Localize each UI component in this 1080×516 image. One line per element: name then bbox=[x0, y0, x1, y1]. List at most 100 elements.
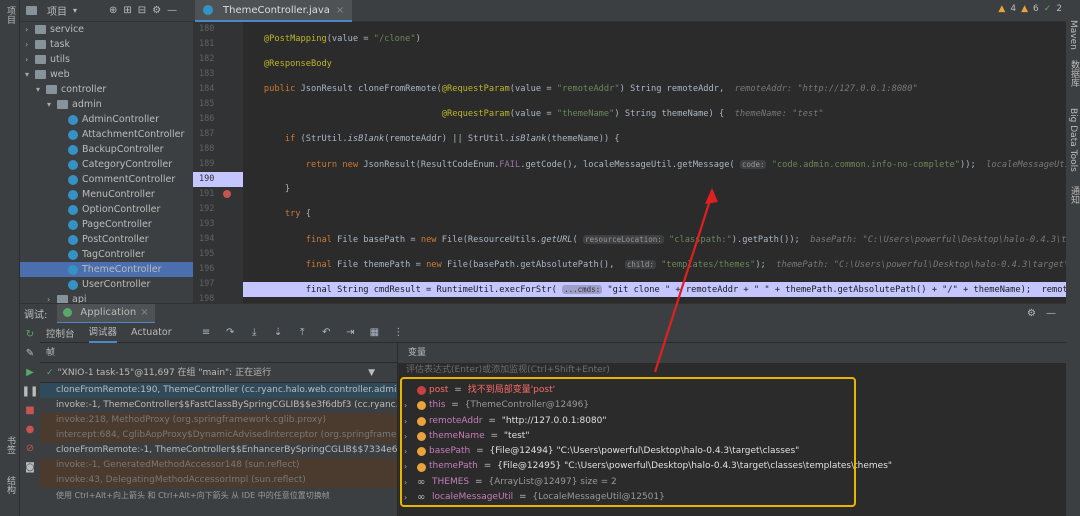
expand-all-icon[interactable]: ⊞ bbox=[123, 5, 131, 16]
close-icon[interactable]: × bbox=[336, 5, 344, 16]
tree-item-label: controller bbox=[61, 84, 107, 95]
locate-icon[interactable]: ⊕ bbox=[109, 5, 117, 16]
tab-theme-controller[interactable]: ThemeController.java × bbox=[195, 0, 353, 22]
line-number[interactable]: 193 bbox=[193, 217, 243, 232]
inspection-widget[interactable]: ▲ 4 ▲ 6 ✓ 2 bbox=[998, 4, 1062, 14]
chevron-icon[interactable]: › bbox=[25, 52, 35, 67]
line-number[interactable]: 197 bbox=[193, 277, 243, 292]
tree-class-item[interactable]: BackupController bbox=[20, 142, 193, 157]
minimize-icon[interactable]: — bbox=[167, 5, 177, 16]
tree-class-item[interactable]: OptionController bbox=[20, 202, 193, 217]
settings-wrench-icon[interactable]: ✎ bbox=[26, 348, 34, 359]
line-number[interactable]: 196 bbox=[193, 262, 243, 277]
close-icon[interactable]: × bbox=[140, 307, 148, 318]
line-number[interactable]: 187 bbox=[193, 127, 243, 142]
tree-folder-item[interactable]: › utils bbox=[20, 52, 193, 67]
line-number[interactable]: 188 bbox=[193, 142, 243, 157]
view-breakpoints-icon[interactable]: ● bbox=[26, 424, 35, 435]
line-number[interactable]: 190 bbox=[193, 172, 243, 198]
session-tab[interactable]: Application × bbox=[57, 303, 155, 324]
rerun-icon[interactable]: ↻ bbox=[26, 329, 34, 340]
chevron-icon[interactable]: ▾ bbox=[47, 97, 57, 112]
tab-console[interactable]: 控制台 bbox=[46, 326, 75, 340]
stop-icon[interactable]: ■ bbox=[25, 405, 34, 416]
notifications-label[interactable]: 通知 bbox=[1068, 186, 1080, 204]
line-number[interactable]: 180 bbox=[193, 22, 243, 37]
tree-class-item[interactable]: AdminController bbox=[20, 112, 193, 127]
collapse-all-icon[interactable]: ⊟ bbox=[138, 5, 146, 16]
line-number[interactable]: 181 bbox=[193, 37, 243, 52]
tree-folder-item[interactable]: ▾ web bbox=[20, 67, 193, 82]
gear-icon[interactable]: ⚙ bbox=[1027, 308, 1036, 319]
project-tool-label[interactable]: 项目 bbox=[4, 6, 17, 24]
line-number[interactable]: 186 bbox=[193, 112, 243, 127]
tab-actuator[interactable]: Actuator bbox=[131, 327, 172, 338]
drop-frame-icon[interactable]: ↶ bbox=[321, 327, 332, 338]
camera-icon[interactable]: ◙ bbox=[25, 462, 35, 473]
line-number[interactable]: 189 bbox=[193, 157, 243, 172]
evaluate-expression-input[interactable]: 评估表达式(Enter)或添加监视(Ctrl+Shift+Enter) bbox=[398, 363, 1066, 377]
tree-folder-item[interactable]: › service bbox=[20, 22, 193, 37]
tree-class-item[interactable]: CommentController bbox=[20, 172, 193, 187]
tab-debugger[interactable]: 调试器 bbox=[88, 323, 118, 343]
mute-breakpoints-icon[interactable]: ⊘ bbox=[26, 443, 34, 454]
filter-icon[interactable]: ▼ bbox=[368, 363, 375, 383]
step-into-icon[interactable]: ⤓ bbox=[249, 327, 260, 338]
structure-tool-label[interactable]: 结构 bbox=[4, 476, 17, 494]
gear-icon[interactable]: ⚙ bbox=[152, 5, 161, 16]
chevron-icon[interactable]: ▾ bbox=[25, 67, 35, 82]
chevron-down-icon[interactable]: ▾ bbox=[73, 6, 77, 15]
evaluate-icon[interactable]: ▦ bbox=[369, 327, 380, 338]
bookmarks-tool-label[interactable]: 书签 bbox=[4, 436, 17, 454]
stack-frame[interactable]: invoke:218, MethodProxy (org.springframe… bbox=[40, 413, 397, 428]
stack-frame[interactable]: intercept:684, CglibAopProxy$DynamicAdvi… bbox=[40, 428, 397, 443]
tree-class-item[interactable]: TagController bbox=[20, 247, 193, 262]
line-number[interactable]: 194 bbox=[193, 232, 243, 247]
minimize-icon[interactable]: — bbox=[1046, 308, 1056, 319]
tree-folder-item[interactable]: › api bbox=[20, 292, 193, 303]
stack-frame[interactable]: cloneFromRemote:-1, ThemeController$$Enh… bbox=[40, 443, 397, 458]
frames-panel: 帧 ✓ "XNIO-1 task-15"@11,697 在组 "main": 正… bbox=[40, 343, 397, 516]
step-over-icon[interactable]: ↷ bbox=[225, 327, 236, 338]
chevron-icon[interactable]: ▾ bbox=[36, 82, 46, 97]
line-number[interactable]: 192 bbox=[193, 202, 243, 217]
tree-folder-item[interactable]: › task bbox=[20, 37, 193, 52]
project-title[interactable]: 项目 bbox=[47, 3, 67, 18]
tree-class-item[interactable]: MenuController bbox=[20, 187, 193, 202]
line-number[interactable]: 185 bbox=[193, 97, 243, 112]
tree-class-item[interactable]: ThemeController bbox=[20, 262, 193, 277]
stack-frame[interactable]: invoke:43, DelegatingMethodAccessorImpl … bbox=[40, 473, 397, 488]
line-number[interactable]: 184 bbox=[193, 82, 243, 97]
stack-frame[interactable]: cloneFromRemote:190, ThemeController (cc… bbox=[40, 383, 397, 398]
line-number-gutter[interactable]: 180 181 182 183 184 185 186 187 188 189 190 191 192 1… bbox=[193, 22, 243, 304]
line-number[interactable]: 195 bbox=[193, 247, 243, 262]
step-out-icon[interactable]: ⤒ bbox=[297, 327, 308, 338]
chevron-icon[interactable]: › bbox=[25, 22, 35, 37]
run-to-cursor-icon[interactable]: ⇥ bbox=[345, 327, 356, 338]
line-number[interactable]: 183 bbox=[193, 67, 243, 82]
resume-icon[interactable]: ▶ bbox=[26, 367, 34, 378]
code-editor[interactable]: @PostMapping(value = "/clone") @Response… bbox=[243, 22, 1066, 303]
tree-class-item[interactable]: PageController bbox=[20, 217, 193, 232]
database-tool-label[interactable]: 数据库 bbox=[1068, 60, 1080, 87]
chevron-icon[interactable]: › bbox=[47, 292, 57, 303]
more-icon[interactable]: ⋮ bbox=[393, 327, 404, 338]
tree-class-item[interactable]: AttachmentController bbox=[20, 127, 193, 142]
chevron-icon[interactable]: › bbox=[25, 37, 35, 52]
tree-folder-item[interactable]: ▾ admin bbox=[20, 97, 193, 112]
maven-tool-label[interactable]: Maven bbox=[1068, 20, 1078, 50]
force-step-into-icon[interactable]: ⇣ bbox=[273, 327, 284, 338]
tree-class-item[interactable]: UserController bbox=[20, 277, 193, 292]
big-data-tools-label[interactable]: Big Data Tools bbox=[1068, 108, 1078, 172]
show-execution-point-icon[interactable]: ≡ bbox=[201, 327, 212, 338]
pause-icon[interactable]: ❚❚ bbox=[22, 386, 39, 397]
java-class-icon bbox=[68, 234, 78, 245]
line-number[interactable]: 182 bbox=[193, 52, 243, 67]
stack-frame[interactable]: invoke:-1, GeneratedMethodAccessor148 (s… bbox=[40, 458, 397, 473]
breakpoint-icon[interactable] bbox=[223, 189, 231, 198]
thread-selector[interactable]: ✓ "XNIO-1 task-15"@11,697 在组 "main": 正在运… bbox=[40, 363, 397, 383]
tree-folder-item[interactable]: ▾ controller bbox=[20, 82, 193, 97]
tree-class-item[interactable]: CategoryController bbox=[20, 157, 193, 172]
stack-frame[interactable]: invoke:-1, ThemeController$$FastClassByS… bbox=[40, 398, 397, 413]
tree-class-item[interactable]: PostController bbox=[20, 232, 193, 247]
